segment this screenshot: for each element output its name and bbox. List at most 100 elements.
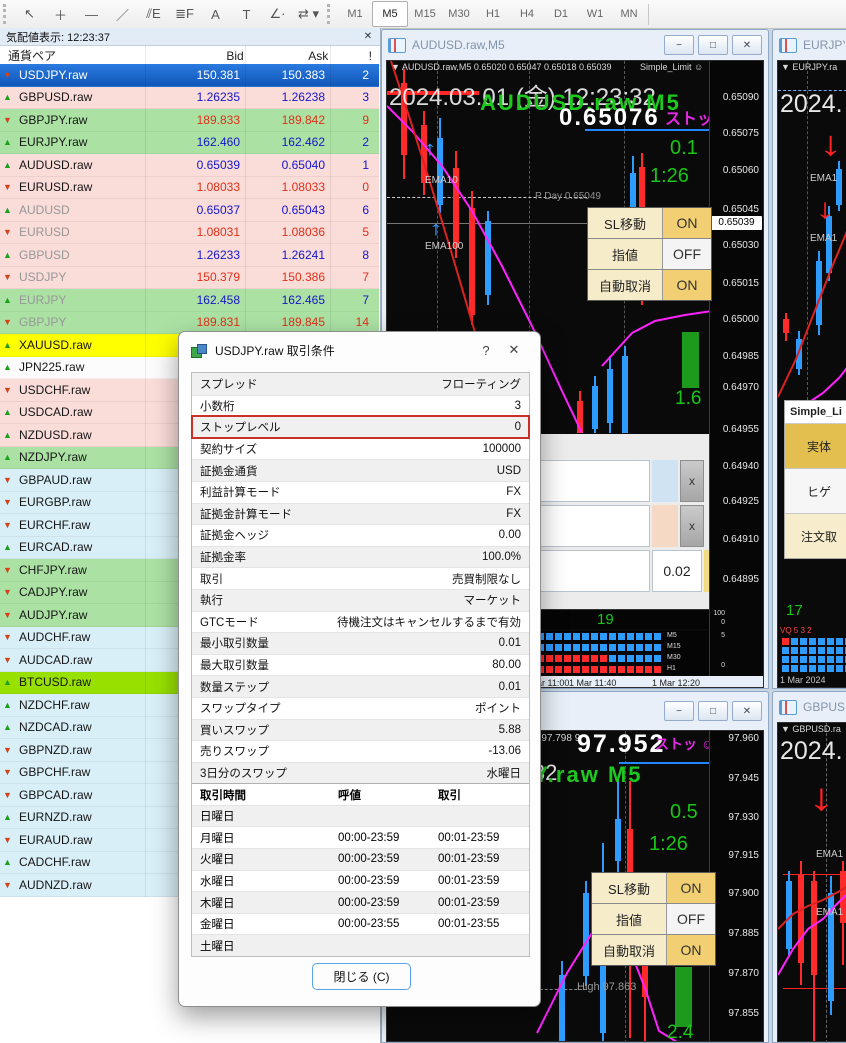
market-watch-row[interactable]: ▲ EURJPY.raw 162.460 162.462 2	[0, 131, 379, 154]
market-watch-row[interactable]: ▲ AUDUSD 0.65037 0.65043 6	[0, 199, 379, 222]
panel-button[interactable]: 自動取消	[588, 270, 663, 300]
audjpy-price-scale[interactable]: 97.960 97.945 97.930 97.915 97.900 97.885 97.8…	[709, 731, 763, 1041]
ask-value: 1.26238	[281, 90, 325, 105]
crosshair-icon[interactable]: ＋	[45, 2, 76, 26]
quote-hours-value: 00:00-23:59	[338, 853, 400, 866]
market-watch-row[interactable]: ▼ EURUSD 1.08031 1.08036 5	[0, 221, 379, 244]
market-watch-row[interactable]: ▼ USDJPY 150.379 150.386 7	[0, 266, 379, 289]
minimize-button[interactable]: −	[664, 701, 694, 721]
window-titlebar[interactable]: EURJPY.r	[773, 30, 846, 60]
timeframe-w1[interactable]: W1	[578, 2, 612, 26]
panel-toggle[interactable]: ON	[667, 873, 715, 903]
text-icon[interactable]: A	[200, 2, 231, 26]
dialog-titlebar[interactable]: USDJPY.raw 取引条件 ? ✕	[179, 332, 540, 368]
timeframe-d1[interactable]: D1	[544, 2, 578, 26]
timeframe-h1[interactable]: H1	[476, 2, 510, 26]
timeframe-h4[interactable]: H4	[510, 2, 544, 26]
audusd-price-scale[interactable]: 0.65090 0.65075 0.65060 0.65045 0.65030 0.650…	[709, 61, 763, 676]
chart-text: ▼ GBPUSD.ra	[781, 724, 841, 734]
side-panel-button[interactable]: 実体	[785, 424, 846, 469]
down-arrow-icon: ↓	[818, 125, 843, 163]
trendline-icon[interactable]: ／	[107, 2, 138, 26]
eurjpy-chart[interactable]: ↓ ↓ ▼ EURJPY.ra 2024. EMA1 EMA1 Simple_Li 実体ヒ…	[777, 60, 846, 688]
market-watch-titlebar[interactable]: 気配値表示: 12:23:37 ✕	[0, 28, 380, 46]
close-icon[interactable]: ✕	[362, 31, 374, 42]
gbpusd-chart[interactable]: ↓ ▼ GBPUSD.ra 2024. EMA1 EMA1	[777, 722, 846, 1042]
cursor-icon[interactable]: ↖	[14, 2, 45, 26]
heatmap-cell	[809, 656, 816, 663]
timeframe-m30[interactable]: M30	[442, 2, 476, 26]
restore-button[interactable]: □	[698, 35, 728, 55]
spec-value: 0	[514, 421, 521, 434]
panel-button[interactable]: 自動取消	[592, 935, 667, 965]
chart-text: EMA1	[816, 849, 844, 860]
toolbar-grip-2[interactable]	[327, 4, 335, 24]
down-arrow-icon: ▼	[3, 789, 12, 800]
minimize-button[interactable]: −	[664, 35, 694, 55]
column-symbol[interactable]: 通貨ペア	[0, 47, 144, 64]
spec-row: 利益計算モード FX	[192, 480, 529, 503]
horizontal-line-icon[interactable]: —	[76, 2, 107, 26]
panel-toggle[interactable]: ON	[667, 935, 715, 965]
panel-button[interactable]: SL移動	[592, 873, 667, 903]
panel-toggle[interactable]: OFF	[663, 239, 711, 269]
market-watch-row[interactable]: ▲ AUDUSD.raw 0.65039 0.65040 1	[0, 154, 379, 177]
market-watch-row[interactable]: ▲ EURJPY 162.458 162.465 7	[0, 289, 379, 312]
column-bid[interactable]: Bid	[144, 49, 243, 63]
side-panel-button[interactable]: 注文取	[785, 514, 846, 558]
heatmap-cell	[591, 655, 598, 662]
panel-toggle[interactable]: ON	[663, 208, 711, 238]
channel-icon[interactable]: ≣F	[169, 2, 200, 26]
hours-column-header: 取引	[438, 789, 461, 802]
close-button[interactable]: ✕	[732, 701, 762, 721]
toolbar-grip[interactable]	[3, 4, 11, 24]
timeframe-m15[interactable]: M15	[408, 2, 442, 26]
down-arrow-icon: ▼	[3, 834, 12, 845]
chart-text: ▼ EURJPY.ra	[781, 62, 838, 72]
label-icon[interactable]: T	[231, 2, 262, 26]
close-dialog-button[interactable]: 閉じる (C)	[312, 963, 411, 990]
panel-toggle[interactable]: ON	[663, 270, 711, 300]
spec-row: スプレッド フローティング	[192, 373, 529, 395]
spec-label: 3日分のスワップ	[200, 767, 287, 780]
chart-panel-row: 指値 OFF	[588, 239, 711, 270]
spec-value: 5.88	[498, 723, 521, 736]
clear-field-button[interactable]: x	[680, 460, 704, 502]
lot-value-field[interactable]: 0.02	[652, 550, 702, 592]
market-watch-row[interactable]: ▲ GBPUSD.raw 1.26235 1.26238 3	[0, 86, 379, 109]
timeframe-m1[interactable]: M1	[338, 2, 372, 26]
market-watch-row[interactable]: ▼ EURUSD.raw 1.08033 1.08033 0	[0, 176, 379, 199]
heatmap-cell	[818, 665, 825, 672]
column-spread[interactable]: !	[328, 49, 380, 63]
chart-text: EMA10	[425, 175, 458, 186]
window-titlebar[interactable]: AUDUSD.raw,M5 − □ ✕	[382, 30, 768, 60]
chart-text: P Day 0.65049	[535, 191, 601, 202]
panel-button[interactable]: 指値	[588, 239, 663, 269]
help-button[interactable]: ?	[472, 343, 500, 358]
close-icon[interactable]: ✕	[500, 342, 528, 358]
symbol-label: USDJPY.raw	[19, 67, 88, 82]
down-arrow-icon: ▼	[3, 227, 12, 238]
window-titlebar[interactable]: GBPUSD.	[773, 692, 846, 722]
panel-toggle[interactable]: OFF	[667, 904, 715, 934]
fibonacci-icon[interactable]: ⫽E	[138, 2, 169, 26]
price-scale-label: 97.870	[728, 968, 759, 979]
timeframe-m5[interactable]: M5	[372, 1, 408, 27]
heatmap-cell	[609, 644, 616, 651]
restore-button[interactable]: □	[698, 701, 728, 721]
clear-field-button[interactable]: x	[680, 505, 704, 547]
spec-row: スワップタイプ ポイント	[192, 696, 529, 719]
timeframe-mn[interactable]: MN	[612, 2, 646, 26]
side-panel-button[interactable]: ヒゲ	[785, 469, 846, 514]
market-watch-row[interactable]: ▼ GBPJPY.raw 189.833 189.842 9	[0, 109, 379, 132]
panel-button[interactable]: SL移動	[588, 208, 663, 238]
spread-value: 8	[362, 247, 369, 262]
market-watch-row[interactable]: ▲ GBPUSD 1.26233 1.26241 8	[0, 244, 379, 267]
panel-button[interactable]: 指値	[592, 904, 667, 934]
ask-value: 150.386	[281, 270, 325, 285]
angle-icon[interactable]: ∠·	[262, 2, 293, 26]
shapes-icon[interactable]: ⇄ ▾	[293, 2, 324, 26]
close-button[interactable]: ✕	[732, 35, 762, 55]
column-ask[interactable]: Ask	[244, 49, 328, 63]
market-watch-row[interactable]: ▼ USDJPY.raw 150.381 150.383 2	[0, 64, 379, 87]
